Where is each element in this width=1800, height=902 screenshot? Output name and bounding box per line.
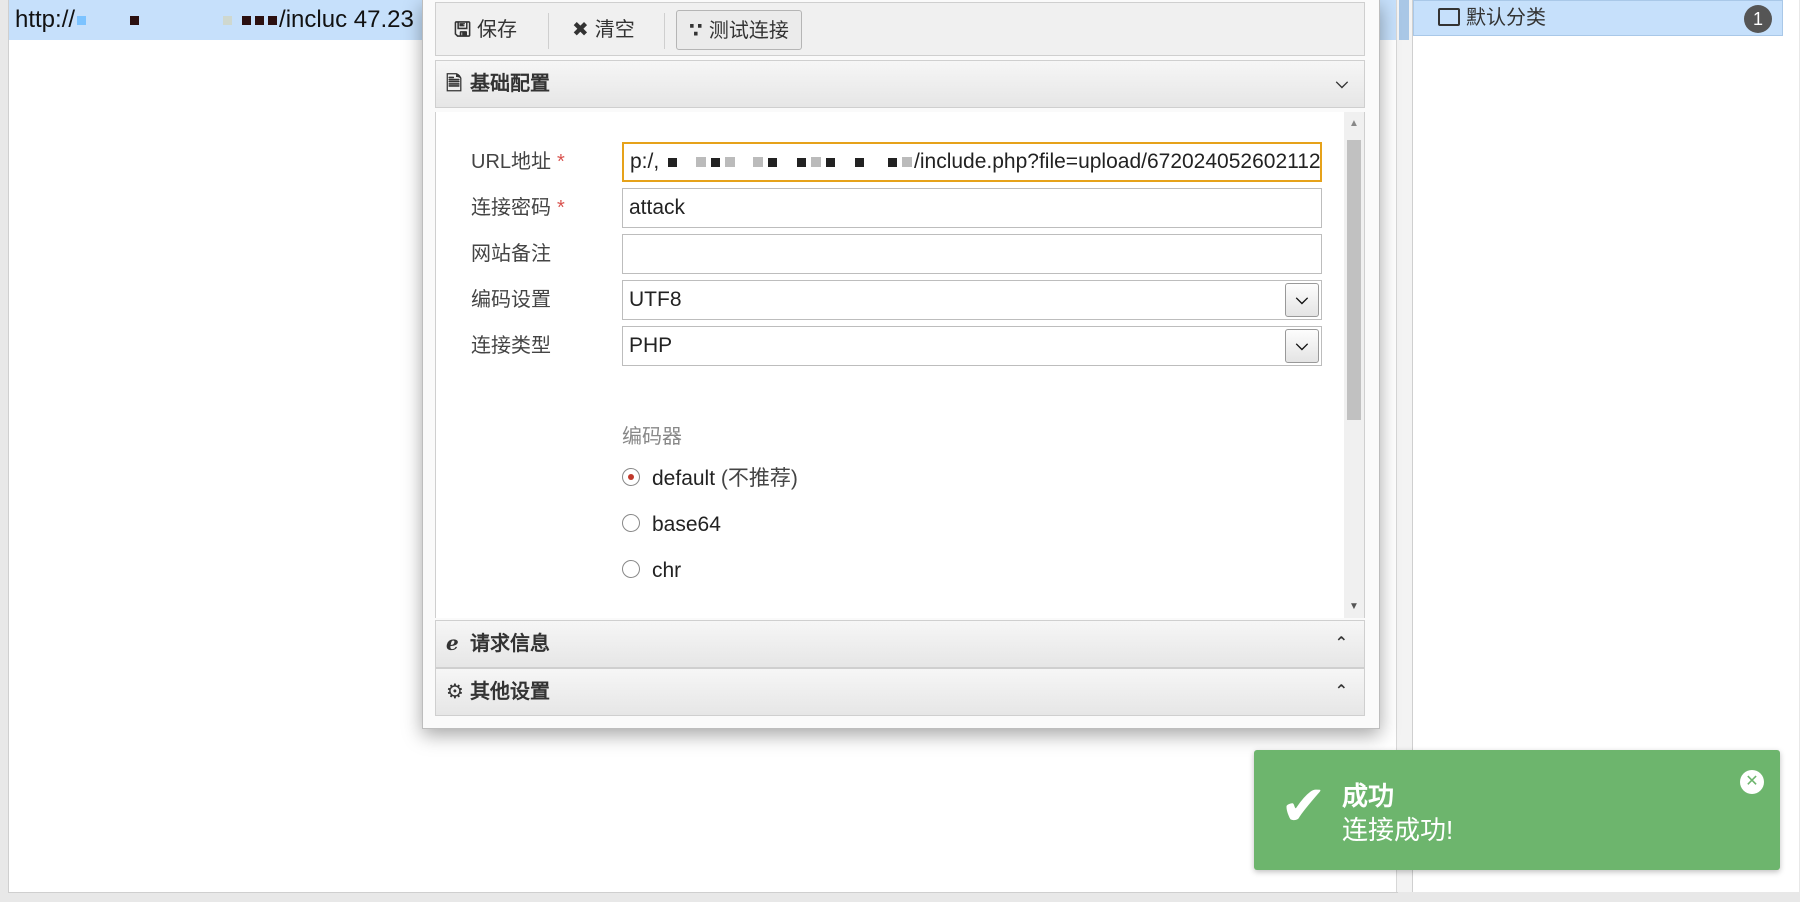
chevron-up-icon: ⌃ xyxy=(1334,635,1348,652)
encoding-select[interactable]: UTF8 ⌵ xyxy=(622,280,1322,320)
document-icon: 🗎 xyxy=(446,73,463,95)
encoder-label: 编码器 xyxy=(622,426,682,448)
encoder-option-default[interactable]: default (不推荐) xyxy=(622,464,798,494)
chevron-down-icon[interactable]: ⌵ xyxy=(1285,329,1319,363)
edge-browser-icon: ℯ xyxy=(446,633,459,655)
folder-icon xyxy=(1438,7,1460,26)
radio-icon[interactable] xyxy=(622,514,640,533)
save-button[interactable]: 🖫 保存 xyxy=(442,10,529,50)
note-label: 网站备注 xyxy=(471,243,551,265)
toast-message: 连接成功! xyxy=(1342,815,1454,845)
chevron-up-icon: ⌃ xyxy=(1334,683,1348,700)
chevron-down-icon: ⌵ xyxy=(1335,75,1348,92)
scrollbar-thumb[interactable] xyxy=(1347,140,1361,420)
password-label: 连接密码 * xyxy=(471,197,565,219)
radio-checked-icon[interactable] xyxy=(622,468,640,487)
scroll-down-icon[interactable]: ▼ xyxy=(1349,601,1359,612)
spinner-icon: ∵ xyxy=(689,20,703,42)
success-toast: ✔ 成功 连接成功! ✕ xyxy=(1254,750,1780,870)
type-label: 连接类型 xyxy=(471,335,551,357)
dialog-toolbar: 🖫 保存 ✖ 清空 ∵ 测试连接 xyxy=(435,2,1365,56)
row-url-prefix: http:// xyxy=(15,6,76,33)
close-icon: ✖ xyxy=(572,19,589,41)
type-select[interactable]: PHP ⌵ xyxy=(622,326,1322,366)
category-label: 默认分类 xyxy=(1466,7,1546,29)
floppy-disk-icon: 🖫 xyxy=(454,19,472,41)
url-input[interactable]: p:/, /include.php?file=upload/6720240526… xyxy=(622,142,1322,182)
url-label: URL地址 * xyxy=(471,151,565,173)
add-shell-dialog: 🖫 保存 ✖ 清空 ∵ 测试连接 🗎 基础配置 ⌵ URL地址 * p:/, /incl… xyxy=(422,0,1380,729)
basic-config-header[interactable]: 🗎 基础配置 ⌵ xyxy=(435,60,1365,108)
gears-icon: ⚙ xyxy=(446,681,464,703)
close-icon[interactable]: ✕ xyxy=(1740,770,1764,794)
other-settings-header[interactable]: ⚙ 其他设置 ⌃ xyxy=(435,668,1365,716)
chevron-down-icon[interactable]: ⌵ xyxy=(1285,283,1319,317)
encoder-option-chr[interactable]: chr xyxy=(622,556,681,586)
row-ip: 47.23 xyxy=(353,6,414,33)
toast-title: 成功 xyxy=(1342,781,1395,811)
checkmark-icon: ✔ xyxy=(1280,774,1327,837)
category-item-default[interactable]: 默认分类 1 xyxy=(1413,0,1783,36)
panel-scrollbar[interactable]: ▲ ▼ xyxy=(1344,112,1364,618)
basic-config-panel: URL地址 * p:/, /include.php?file=upload/672… xyxy=(435,112,1365,618)
password-input[interactable]: attack xyxy=(622,188,1322,228)
row-url-middle: /incluc xyxy=(279,6,348,33)
test-connection-button[interactable]: ∵ 测试连接 xyxy=(676,10,802,50)
note-input[interactable] xyxy=(622,234,1322,274)
request-info-header[interactable]: ℯ 请求信息 ⌃ xyxy=(435,620,1365,668)
scroll-up-icon[interactable]: ▲ xyxy=(1349,118,1359,129)
encoding-label: 编码设置 xyxy=(471,289,551,311)
category-count-badge: 1 xyxy=(1744,5,1772,33)
clear-button[interactable]: ✖ 清空 xyxy=(560,10,647,50)
encoder-option-base64[interactable]: base64 xyxy=(622,510,721,540)
radio-icon[interactable] xyxy=(622,560,640,579)
